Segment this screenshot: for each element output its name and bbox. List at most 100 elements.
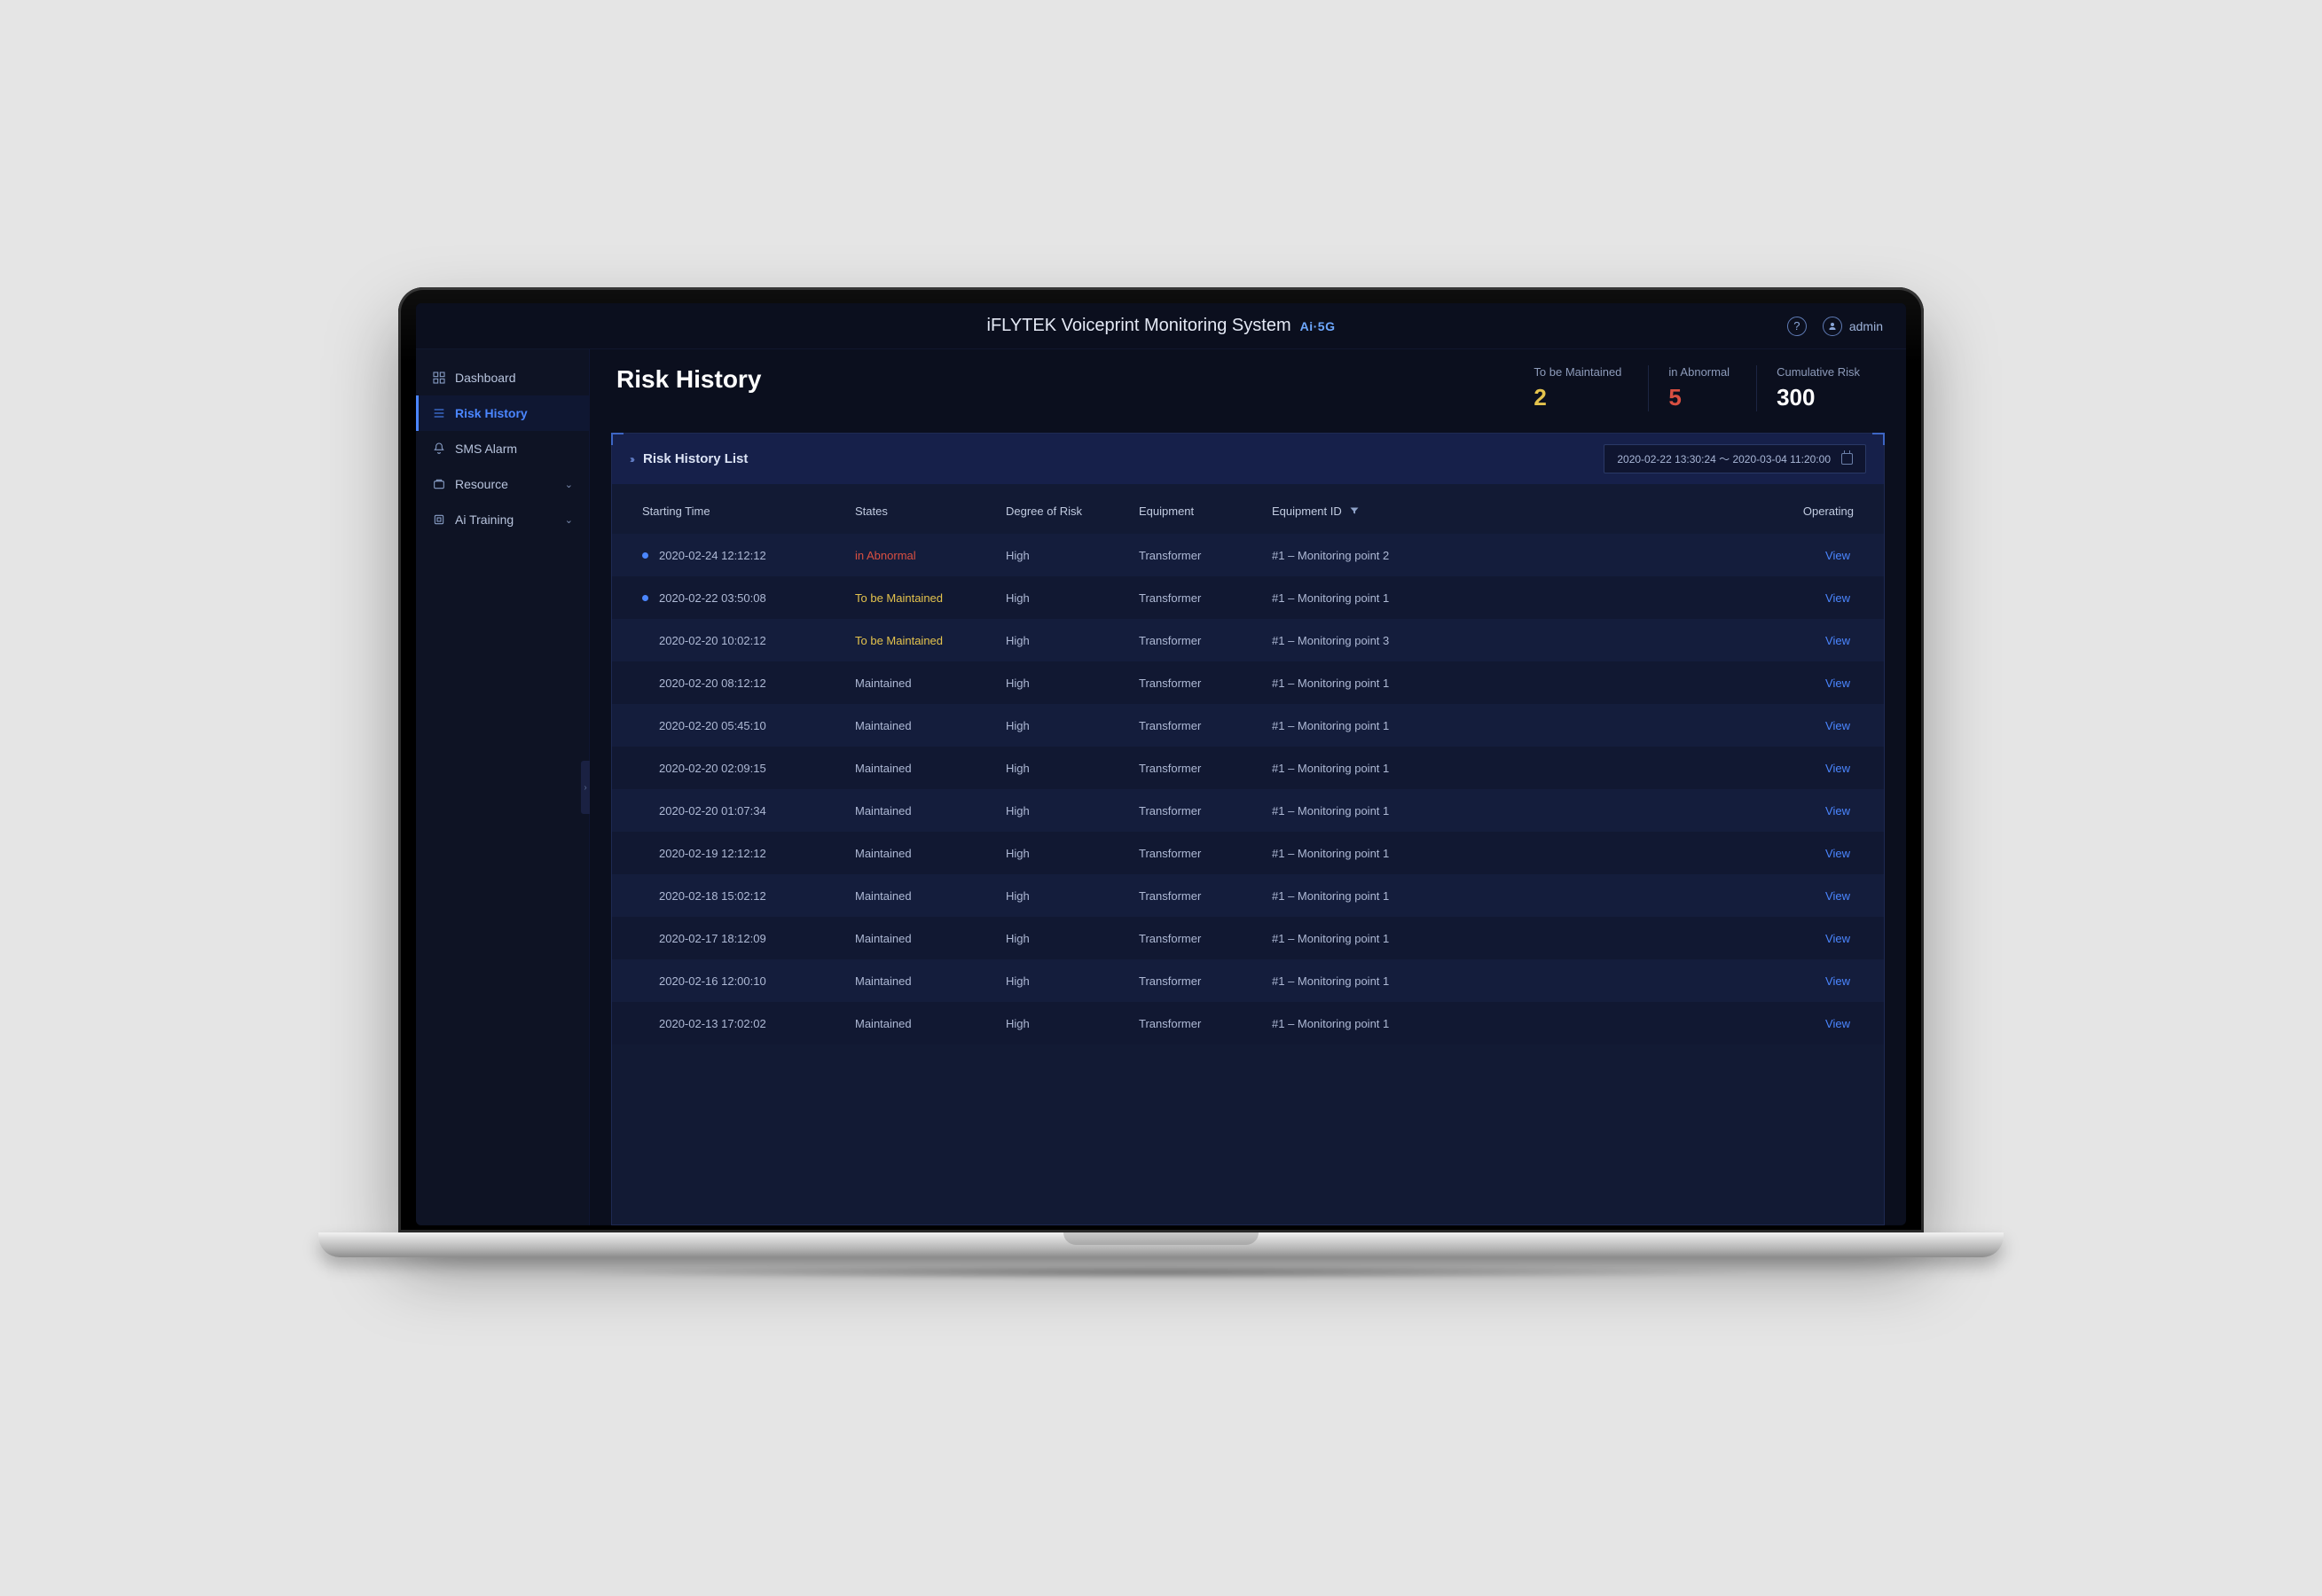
grid-icon [432, 371, 446, 385]
sidebar-item-label: Risk History [455, 406, 528, 420]
cell-equipment-id: #1 – Monitoring point 1 [1272, 719, 1738, 732]
cell-equipment-id: #1 – Monitoring point 1 [1272, 762, 1738, 775]
cell-equipment-id: #1 – Monitoring point 1 [1272, 932, 1738, 945]
sidebar-item-label: Resource [455, 477, 508, 491]
table-row[interactable]: 2020-02-20 01:07:34MaintainedHighTransfo… [612, 789, 1884, 832]
view-link[interactable]: View [1825, 677, 1850, 690]
cell-operating: View [1738, 591, 1854, 605]
sidebar-item-sms-alarm[interactable]: SMS Alarm [416, 431, 589, 466]
sidebar-item-ai-training[interactable]: Ai Training⌄ [416, 502, 589, 537]
table-body: 2020-02-24 12:12:12in AbnormalHighTransf… [612, 534, 1884, 1044]
table-row[interactable]: 2020-02-20 02:09:15MaintainedHighTransfo… [612, 747, 1884, 789]
table-row[interactable]: 2020-02-13 17:02:02MaintainedHighTransfo… [612, 1002, 1884, 1044]
sidebar-item-risk-history[interactable]: Risk History [416, 395, 589, 431]
view-link[interactable]: View [1825, 847, 1850, 860]
cell-state: To be Maintained [855, 634, 1006, 647]
sidebar-item-label: Ai Training [455, 512, 514, 527]
table-row[interactable]: 2020-02-24 12:12:12in AbnormalHighTransf… [612, 534, 1884, 576]
cell-degree: High [1006, 677, 1139, 690]
col-operating: Operating [1738, 505, 1854, 518]
cell-starting-time: 2020-02-18 15:02:12 [642, 889, 855, 903]
table-row[interactable]: 2020-02-17 18:12:09MaintainedHighTransfo… [612, 917, 1884, 959]
cell-state: Maintained [855, 932, 1006, 945]
col-degree[interactable]: Degree of Risk [1006, 505, 1139, 518]
cell-starting-time: 2020-02-20 01:07:34 [642, 804, 855, 818]
cell-equipment: Transformer [1139, 677, 1272, 690]
cell-equipment-id: #1 – Monitoring point 1 [1272, 974, 1738, 988]
calendar-icon [1841, 453, 1853, 465]
stat-label: Cumulative Risk [1777, 365, 1860, 379]
cell-equipment-id: #1 – Monitoring point 1 [1272, 677, 1738, 690]
risk-table: Starting Time States Degree of Risk Equi… [612, 484, 1884, 1224]
date-range-picker[interactable]: 2020-02-22 13:30:24 ～ 2020-03-04 11:20:0… [1604, 444, 1866, 473]
view-link[interactable]: View [1825, 889, 1850, 903]
view-link[interactable]: View [1825, 634, 1850, 647]
cell-operating: View [1738, 804, 1854, 818]
table-row[interactable]: 2020-02-18 15:02:12MaintainedHighTransfo… [612, 874, 1884, 917]
sidebar-collapse-handle[interactable]: › [581, 761, 590, 814]
cell-operating: View [1738, 549, 1854, 562]
cell-equipment-id: #1 – Monitoring point 1 [1272, 591, 1738, 605]
stat-in-abnormal: in Abnormal5 [1648, 365, 1749, 411]
table-row[interactable]: 2020-02-20 05:45:10MaintainedHighTransfo… [612, 704, 1884, 747]
user-avatar-icon [1823, 317, 1842, 336]
cell-equipment-id: #1 – Monitoring point 1 [1272, 804, 1738, 818]
cell-operating: View [1738, 932, 1854, 945]
cell-state: To be Maintained [855, 591, 1006, 605]
cell-equipment-id: #1 – Monitoring point 1 [1272, 847, 1738, 860]
cell-operating: View [1738, 847, 1854, 860]
col-equipment-id[interactable]: Equipment ID [1272, 505, 1738, 518]
view-link[interactable]: View [1825, 932, 1850, 945]
col-states[interactable]: States [855, 505, 1006, 518]
view-link[interactable]: View [1825, 549, 1850, 562]
summary-stats: To be Maintained2in Abnormal5Cumulative … [1514, 365, 1879, 411]
user-menu[interactable]: admin [1823, 317, 1883, 336]
cell-degree: High [1006, 804, 1139, 818]
starting-time-value: 2020-02-22 03:50:08 [659, 591, 766, 605]
cell-starting-time: 2020-02-13 17:02:02 [642, 1017, 855, 1030]
help-icon[interactable]: ? [1787, 317, 1807, 336]
cell-starting-time: 2020-02-20 10:02:12 [642, 634, 855, 647]
cell-starting-time: 2020-02-20 08:12:12 [642, 677, 855, 690]
starting-time-value: 2020-02-13 17:02:02 [659, 1017, 766, 1030]
col-equipment[interactable]: Equipment [1139, 505, 1272, 518]
filter-icon[interactable] [1349, 505, 1360, 516]
cell-starting-time: 2020-02-24 12:12:12 [642, 549, 855, 562]
cell-equipment: Transformer [1139, 804, 1272, 818]
view-link[interactable]: View [1825, 591, 1850, 605]
cell-equipment: Transformer [1139, 974, 1272, 988]
cell-equipment-id: #1 – Monitoring point 3 [1272, 634, 1738, 647]
cell-state: Maintained [855, 762, 1006, 775]
user-name: admin [1849, 319, 1883, 333]
cell-equipment: Transformer [1139, 889, 1272, 903]
table-row[interactable]: 2020-02-16 12:00:10MaintainedHighTransfo… [612, 959, 1884, 1002]
sidebar-item-resource[interactable]: Resource⌄ [416, 466, 589, 502]
starting-time-value: 2020-02-19 12:12:12 [659, 847, 766, 860]
table-row[interactable]: 2020-02-19 12:12:12MaintainedHighTransfo… [612, 832, 1884, 874]
col-degree-label: Degree of Risk [1006, 505, 1082, 518]
cell-degree: High [1006, 932, 1139, 945]
view-link[interactable]: View [1825, 1017, 1850, 1030]
unread-dot-icon [642, 552, 648, 559]
view-link[interactable]: View [1825, 804, 1850, 818]
col-starting-time[interactable]: Starting Time [642, 505, 855, 518]
table-row[interactable]: 2020-02-22 03:50:08To be MaintainedHighT… [612, 576, 1884, 619]
sidebar-item-dashboard[interactable]: Dashboard [416, 360, 589, 395]
panel-header: ››› Risk History List 2020-02-22 13:30:2… [612, 434, 1884, 484]
cell-operating: View [1738, 634, 1854, 647]
view-link[interactable]: View [1825, 974, 1850, 988]
col-equipment-label: Equipment [1139, 505, 1194, 518]
app-viewport: iFLYTEK Voiceprint Monitoring System Ai·… [416, 303, 1906, 1225]
view-link[interactable]: View [1825, 762, 1850, 775]
table-header: Starting Time States Degree of Risk Equi… [612, 488, 1884, 534]
starting-time-value: 2020-02-18 15:02:12 [659, 889, 766, 903]
view-link[interactable]: View [1825, 719, 1850, 732]
stat-value: 2 [1534, 384, 1621, 411]
cell-state: in Abnormal [855, 549, 1006, 562]
table-row[interactable]: 2020-02-20 08:12:12MaintainedHighTransfo… [612, 661, 1884, 704]
table-row[interactable]: 2020-02-20 10:02:12To be MaintainedHighT… [612, 619, 1884, 661]
sidebar-item-label: Dashboard [455, 371, 516, 385]
cell-starting-time: 2020-02-20 05:45:10 [642, 719, 855, 732]
cell-degree: High [1006, 889, 1139, 903]
starting-time-value: 2020-02-20 08:12:12 [659, 677, 766, 690]
